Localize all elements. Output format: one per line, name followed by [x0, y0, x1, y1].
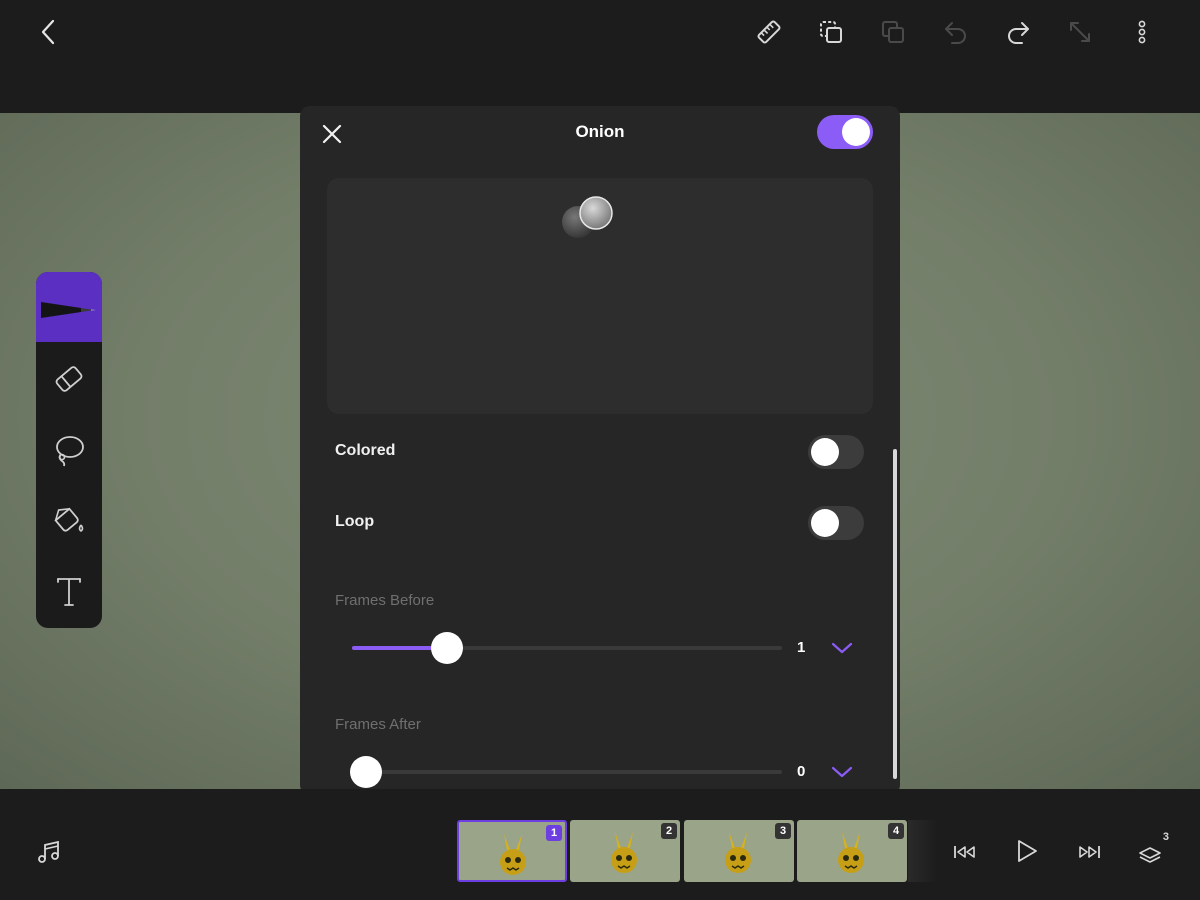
skip-to-start-icon[interactable] — [950, 837, 980, 867]
frame-thumbnail[interactable]: 1 — [457, 820, 567, 882]
copy-frame-icon[interactable] — [816, 17, 846, 47]
toggle-knob — [811, 509, 839, 537]
pen-icon — [41, 294, 97, 320]
onion-skin-panel: Onion Colored Loop Frames Before 1 Frame… — [300, 106, 900, 795]
paste-frame-icon[interactable] — [878, 17, 908, 47]
animation-app: Onion Colored Loop Frames Before 1 Frame… — [0, 0, 1200, 900]
tool-palette — [36, 272, 102, 628]
frame-number: 4 — [888, 823, 904, 839]
pen-tool[interactable] — [36, 272, 102, 342]
frame-number: 3 — [775, 823, 791, 839]
frames-after-value: 0 — [797, 763, 806, 780]
frame-thumbnail[interactable]: 3 — [684, 820, 794, 882]
frame-preview-image — [838, 832, 864, 873]
undo-icon[interactable] — [941, 17, 971, 47]
layers-icon[interactable]: 3 — [1136, 831, 1169, 867]
text-tool[interactable] — [36, 556, 102, 626]
back-icon[interactable] — [34, 18, 62, 46]
frame-preview-image — [611, 832, 637, 873]
panel-scrollbar[interactable] — [893, 449, 897, 779]
text-tool-icon — [54, 574, 84, 608]
more-icon[interactable] — [1128, 17, 1156, 47]
onion-preview-graphic — [562, 196, 613, 238]
toggle-knob — [842, 118, 870, 146]
fill-bucket-icon — [52, 503, 86, 537]
top-bar — [0, 0, 1200, 113]
eraser-tool[interactable] — [36, 344, 102, 414]
onion-preview — [327, 178, 873, 414]
frame-thumbnail[interactable]: 2 — [570, 820, 680, 882]
frame-preview-image — [725, 832, 751, 873]
slider-thumb[interactable] — [430, 632, 463, 664]
eraser-icon — [52, 362, 86, 396]
frames-after-slider[interactable] — [350, 756, 782, 788]
frame-thumbnail[interactable]: 4 — [797, 820, 907, 882]
skip-to-end-icon[interactable] — [1074, 837, 1104, 867]
loop-toggle[interactable] — [808, 506, 864, 540]
lasso-icon — [52, 433, 86, 467]
frame-number: 1 — [546, 825, 562, 841]
redo-icon[interactable] — [1003, 17, 1033, 47]
fill-tool[interactable] — [36, 485, 102, 555]
frames-before-value: 1 — [797, 639, 806, 656]
layer-count: 3 — [1162, 831, 1169, 843]
loop-label: Loop — [335, 513, 375, 530]
frame-number: 2 — [661, 823, 677, 839]
frames-after-label: Frames After — [335, 716, 421, 733]
ruler-icon[interactable] — [754, 17, 784, 47]
play-icon[interactable] — [1012, 836, 1042, 866]
frames-after-chevron-down-icon[interactable] — [830, 764, 854, 780]
frames-before-chevron-down-icon[interactable] — [830, 640, 854, 656]
frame-preview-image — [500, 834, 526, 875]
colored-label: Colored — [335, 442, 396, 459]
bottom-bar: 1 2 3 4 3 — [0, 789, 1200, 900]
lasso-tool[interactable] — [36, 415, 102, 485]
onion-enable-toggle[interactable] — [817, 115, 873, 149]
music-icon[interactable] — [34, 837, 64, 867]
frames-before-slider[interactable] — [352, 632, 782, 664]
colored-toggle[interactable] — [808, 435, 864, 469]
resize-icon[interactable] — [1065, 17, 1095, 47]
toggle-knob — [811, 438, 839, 466]
frame-strip-fade — [908, 820, 938, 882]
slider-thumb[interactable] — [350, 756, 382, 788]
panel-title: Onion — [575, 122, 625, 141]
frames-before-label: Frames Before — [335, 592, 435, 609]
